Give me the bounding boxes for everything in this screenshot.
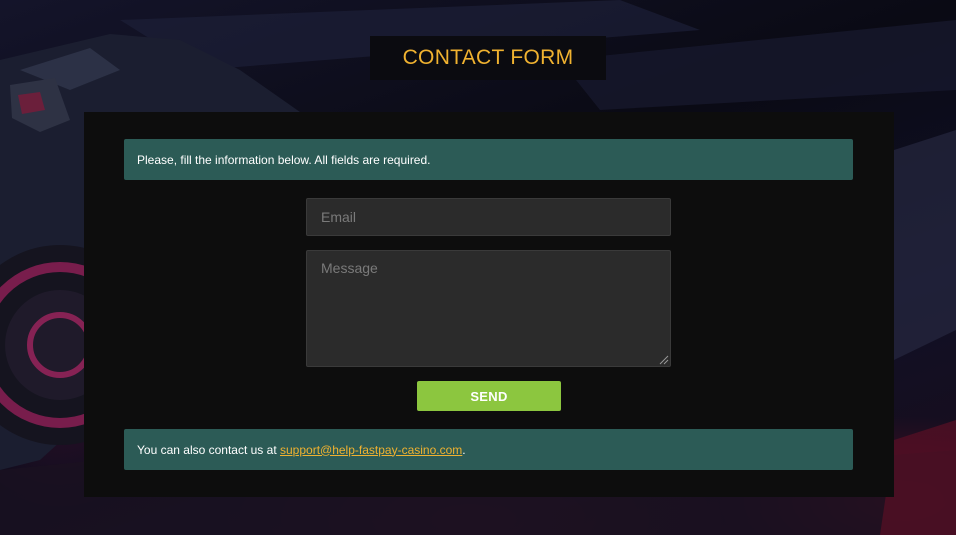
send-button[interactable]: SEND <box>417 381 561 411</box>
contact-text-suffix: . <box>462 442 466 457</box>
contact-form-panel: Please, fill the information below. All … <box>84 112 894 497</box>
message-field[interactable] <box>306 250 671 367</box>
resize-grip-icon[interactable] <box>658 354 669 365</box>
contact-notice: You can also contact us at support@help-… <box>124 429 853 470</box>
instructions-text: Please, fill the information below. All … <box>137 152 431 167</box>
email-field[interactable] <box>306 198 671 236</box>
page-title: CONTACT FORM <box>402 46 574 69</box>
title-bar: CONTACT FORM <box>370 36 606 80</box>
support-email-link[interactable]: support@help-fastpay-casino.com <box>280 443 462 457</box>
instructions-notice: Please, fill the information below. All … <box>124 139 853 180</box>
contact-text-prefix: You can also contact us at <box>137 442 280 457</box>
